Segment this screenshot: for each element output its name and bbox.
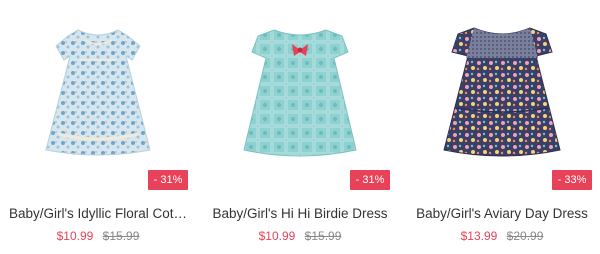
discount-badge: - 33% bbox=[552, 170, 592, 190]
sale-price: $10.99 bbox=[56, 229, 94, 243]
aviary-dress-image bbox=[443, 27, 561, 157]
price-row: $10.99 $15.99 bbox=[0, 229, 196, 243]
sale-price: $10.99 bbox=[258, 229, 296, 243]
product-title[interactable]: Baby/Girl's Aviary Day Dress bbox=[404, 206, 600, 221]
product-title[interactable]: Baby/Girl's Hi Hi Birdie Dress bbox=[202, 206, 398, 221]
original-price: $20.99 bbox=[506, 229, 544, 243]
product-image[interactable] bbox=[0, 0, 196, 196]
product-title[interactable]: Baby/Girl's Idyllic Floral Cot… bbox=[0, 206, 196, 221]
discount-badge: - 31% bbox=[148, 170, 188, 190]
product-card[interactable]: - 33% Baby/Girl's Aviary Day Dress $13.9… bbox=[404, 0, 600, 254]
product-image[interactable] bbox=[202, 0, 398, 196]
sale-price: $13.99 bbox=[460, 229, 498, 243]
price-row: $13.99 $20.99 bbox=[404, 229, 600, 243]
floral-dress-image bbox=[45, 29, 151, 156]
product-grid: - 31% Baby/Girl's Idyllic Floral Cot… $1… bbox=[0, 0, 600, 254]
original-price: $15.99 bbox=[102, 229, 140, 243]
price-row: $10.99 $15.99 bbox=[202, 229, 398, 243]
product-image[interactable] bbox=[404, 0, 600, 196]
product-card[interactable]: - 31% Baby/Girl's Idyllic Floral Cot… $1… bbox=[0, 0, 196, 254]
original-price: $15.99 bbox=[304, 229, 342, 243]
birdie-dress-image bbox=[243, 29, 357, 157]
discount-badge: - 31% bbox=[350, 170, 390, 190]
product-card[interactable]: - 31% Baby/Girl's Hi Hi Birdie Dress $10… bbox=[202, 0, 398, 254]
